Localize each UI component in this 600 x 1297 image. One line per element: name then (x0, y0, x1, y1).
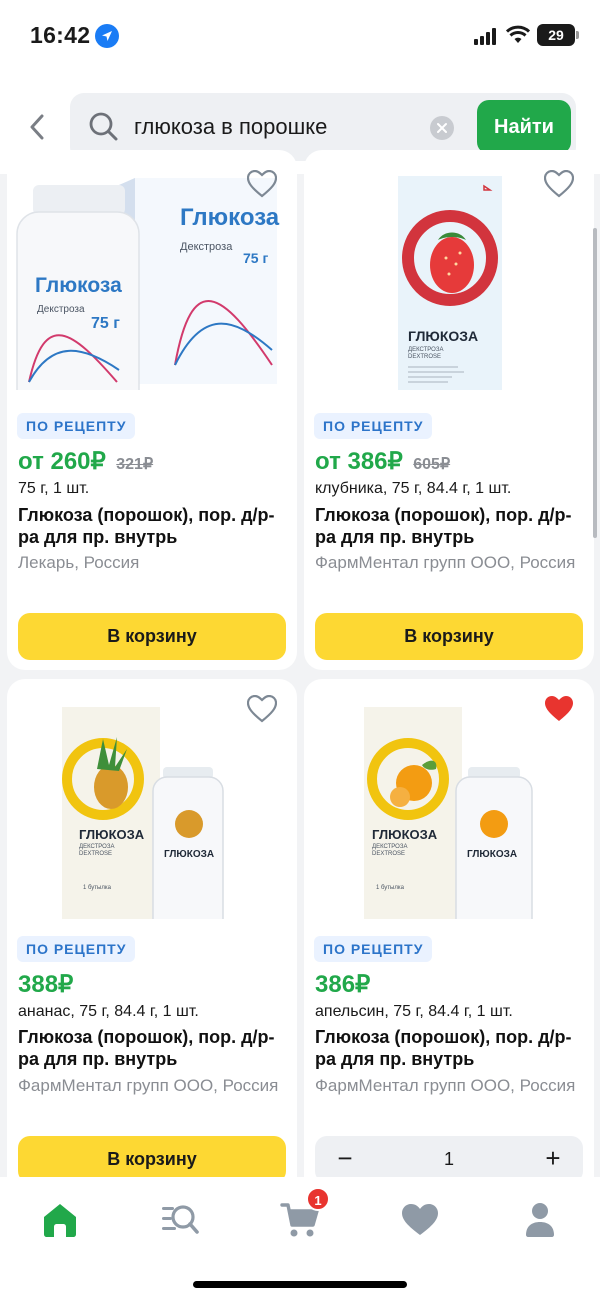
bottle-title: ГЛЮКОЗА (164, 849, 214, 860)
price-row: от 386₽ 605₽ (315, 447, 450, 476)
box-count: 1 бутылка (83, 885, 112, 891)
wifi-icon (506, 25, 530, 43)
scrollbar[interactable] (593, 228, 597, 538)
cart-count-badge: 1 (306, 1187, 330, 1211)
decrease-quantity-button[interactable]: − (325, 1136, 365, 1183)
product-manufacturer: ФармМентал групп ООО, Россия (18, 1076, 279, 1095)
box-subtitle-latin: DEXTROSE (79, 851, 112, 857)
favorite-heart-icon[interactable] (246, 169, 278, 198)
current-price: от 260₽ (18, 448, 106, 475)
current-price: 386₽ (315, 971, 371, 998)
heart-icon (402, 1204, 438, 1235)
product-variant: ананас, 75 г, 84.4 г, 1 шт. (18, 1003, 199, 1020)
status-bar: 16:42 29 (0, 0, 600, 70)
home-indicator (193, 1281, 407, 1288)
catalog-search-icon (162, 1205, 199, 1234)
profile-icon (526, 1203, 554, 1237)
product-variant: клубника, 75 г, 84.4 г, 1 шт. (315, 480, 512, 497)
current-price: от 386₽ (315, 448, 403, 475)
current-price: 388₽ (18, 971, 74, 998)
product-card[interactable]: ГЛЮКОЗА ДЕКСТРОЗА DEXTROSE 1 бутылка ГЛЮ… (7, 679, 297, 1199)
favorite-heart-icon[interactable] (543, 169, 575, 198)
home-icon (44, 1204, 76, 1237)
tab-favorites[interactable] (390, 1199, 450, 1239)
bottle-title: Глюкоза (35, 274, 122, 297)
box-subtitle: ДЕКСТРОЗА (408, 347, 443, 353)
price-row: 386₽ (315, 970, 370, 999)
search-input[interactable] (134, 107, 424, 147)
battery-level: 29 (548, 27, 564, 43)
battery-icon: 29 (537, 24, 579, 46)
quantity-value: 1 (443, 1149, 454, 1169)
bottle-subtitle: Декстроза (37, 304, 85, 315)
box-subtitle-latin: DEXTROSE (408, 354, 441, 360)
prescription-badge: ПО РЕЦЕПТУ (17, 936, 136, 962)
prescription-badge: ПО РЕЦЕПТУ (17, 413, 136, 439)
box-title: ГЛЮКОЗА (408, 328, 478, 344)
cellular-signal-icon (474, 28, 496, 45)
product-card[interactable]: Глюкоза Декстроза 75 г Глюкоза Декстроза… (7, 150, 297, 670)
box-title: ГЛЮКОЗА (372, 827, 438, 842)
prescription-badge: ПО РЕЦЕПТУ (314, 936, 433, 962)
add-to-cart-button[interactable]: В корзину (315, 613, 583, 660)
bottom-tab-bar: 1 (0, 1177, 600, 1297)
search-icon (89, 112, 118, 141)
box-subtitle-latin: DEXTROSE (372, 851, 405, 857)
product-name[interactable]: Глюкоза (порошок), пор. д/р-ра для пр. в… (18, 504, 290, 548)
box-title: Глюкоза (180, 204, 280, 231)
box-subtitle: ДЕКСТРОЗА (79, 844, 114, 850)
product-name[interactable]: Глюкоза (порошок), пор. д/р-ра для пр. в… (18, 1026, 290, 1070)
clear-search-icon[interactable] (430, 116, 454, 140)
status-time: 16:42 (30, 22, 91, 48)
quantity-stepper: − 1 + (315, 1136, 583, 1183)
add-to-cart-button[interactable]: В корзину (18, 613, 286, 660)
favorite-heart-icon[interactable] (246, 694, 278, 723)
prescription-badge: ПО РЕЦЕПТУ (314, 413, 433, 439)
price-row: от 260₽ 321₽ (18, 447, 153, 476)
bottle-weight: 75 г (91, 315, 120, 332)
bottle-title: ГЛЮКОЗА (467, 849, 517, 860)
location-arrow-icon (95, 24, 119, 48)
product-variant: апельсин, 75 г, 84.4 г, 1 шт. (315, 1003, 513, 1020)
box-weight: 75 г (243, 250, 268, 266)
product-manufacturer: Лекарь, Россия (18, 553, 140, 572)
box-subtitle: Декстроза (180, 241, 233, 253)
old-price: 605₽ (413, 456, 451, 473)
price-row: 388₽ (18, 970, 73, 999)
increase-quantity-button[interactable]: + (533, 1136, 573, 1183)
box-title: ГЛЮКОЗА (79, 827, 145, 842)
product-manufacturer: ФармМентал групп ООО, Россия (315, 1076, 576, 1095)
product-variant: 75 г, 1 шт. (18, 480, 90, 497)
find-button[interactable]: Найти (477, 100, 571, 154)
box-subtitle: ДЕКСТРОЗА (372, 844, 407, 850)
add-to-cart-button[interactable]: В корзину (18, 1136, 286, 1183)
tab-profile[interactable] (510, 1199, 570, 1239)
tab-home[interactable] (30, 1199, 90, 1239)
product-name[interactable]: Глюкоза (порошок), пор. д/р-ра для пр. в… (315, 1026, 587, 1070)
product-card[interactable]: ГЛЮКОЗА ДЕКСТРОЗА DEXTROSE ПО РЕЦЕПТУ от… (304, 150, 594, 670)
product-name[interactable]: Глюкоза (порошок), пор. д/р-ра для пр. в… (315, 504, 587, 548)
back-chevron-icon[interactable] (22, 110, 52, 144)
box-count: 1 бутылка (376, 885, 405, 891)
tab-catalog[interactable] (150, 1199, 210, 1239)
product-card[interactable]: ГЛЮКОЗА ДЕКСТРОЗА DEXTROSE 1 бутылка ГЛЮ… (304, 679, 594, 1199)
favorite-heart-filled-icon[interactable] (544, 695, 574, 723)
product-manufacturer: ФармМентал групп ООО, Россия (315, 553, 576, 572)
old-price: 321₽ (116, 456, 154, 473)
